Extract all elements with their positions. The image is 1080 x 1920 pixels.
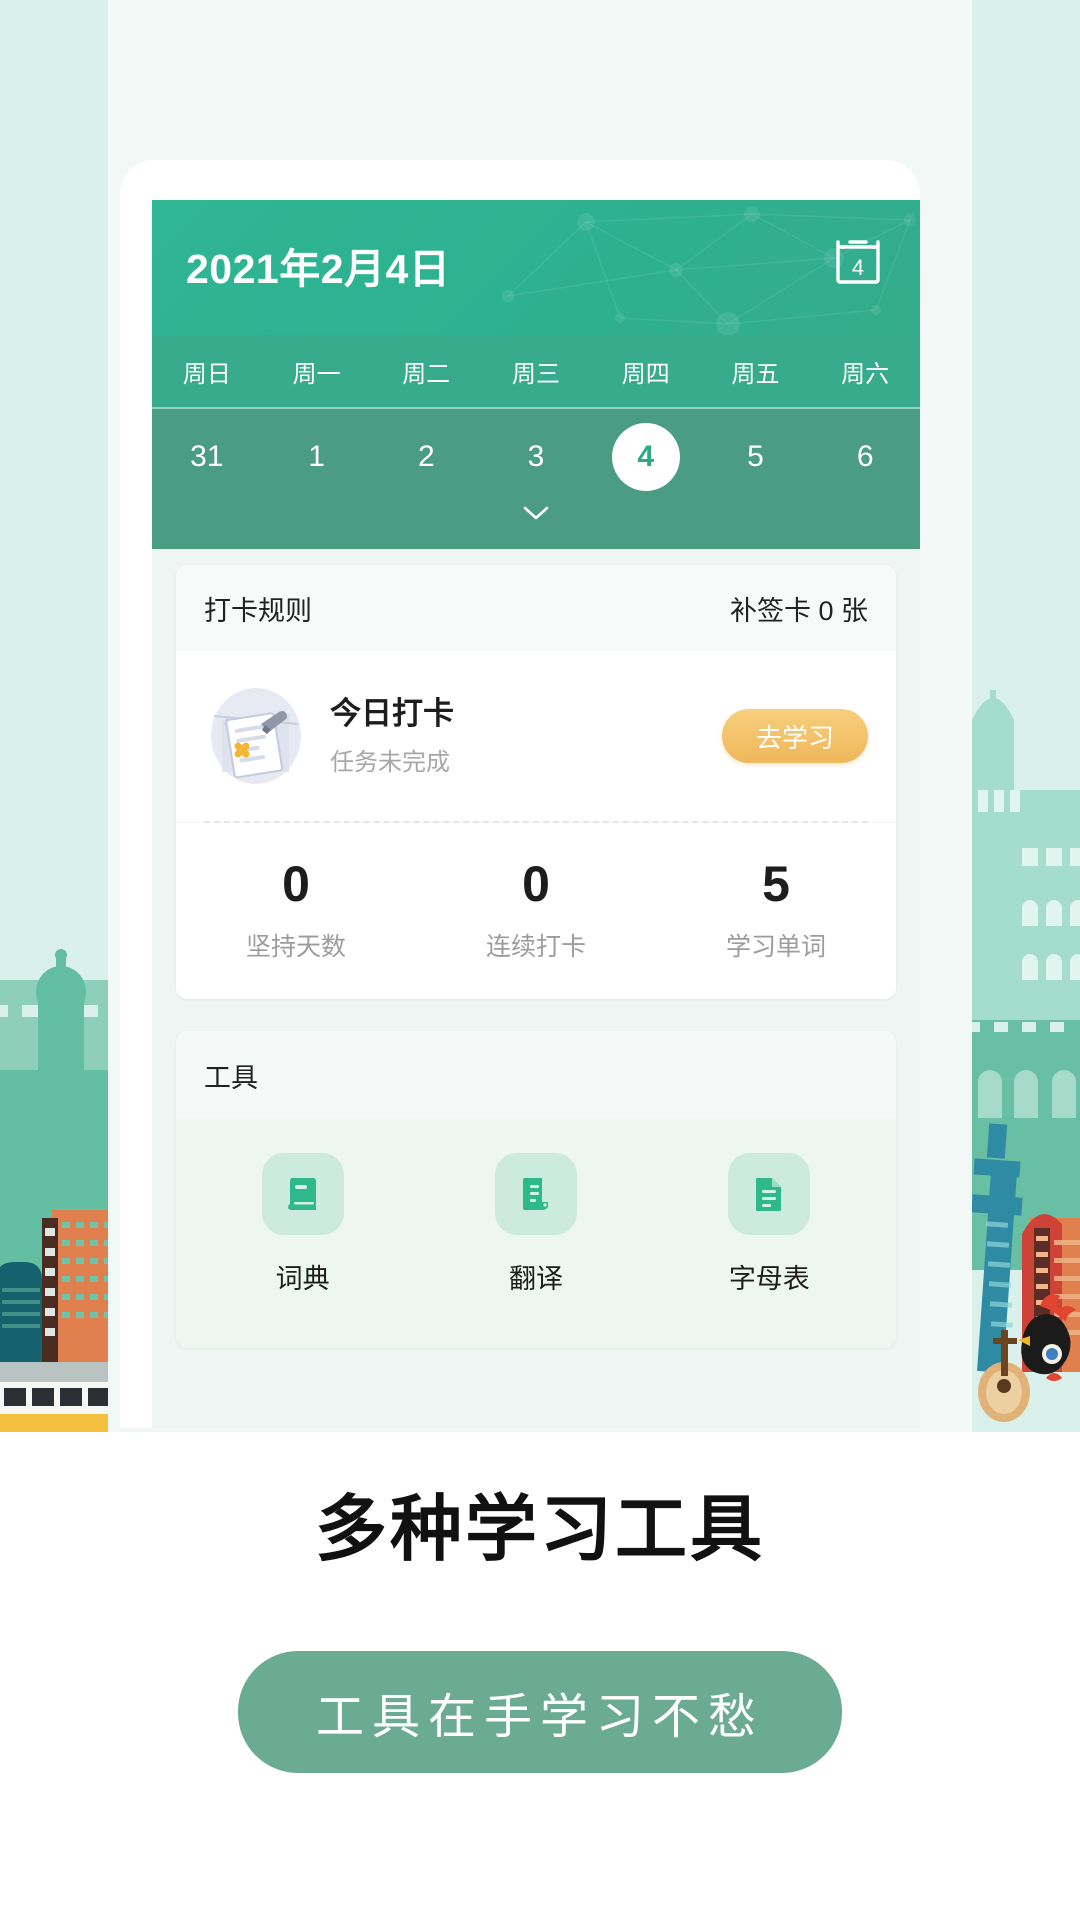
promo-page: 2021年2月4日 4 周日 周一 周二 周三 周四 周五 周六 31 1 2 …: [0, 0, 1080, 1920]
stat-streak: 0 连续打卡: [416, 859, 656, 963]
checkin-subtitle: 任务未完成: [330, 748, 450, 776]
book-icon: [287, 1178, 316, 1210]
checkin-task-row: 今日打卡 任务未完成 去学习: [176, 651, 896, 821]
weekday-sat: 周六: [841, 360, 890, 388]
stats-row: 0 坚持天数 0 连续打卡 5 学习单词: [176, 823, 896, 999]
weekday-fri: 周五: [731, 360, 780, 388]
tool-chip-alphabet: [728, 1153, 811, 1235]
day-cell-1[interactable]: 1: [262, 409, 372, 505]
tools-grid: 词典 翻译 字母表: [176, 1119, 896, 1348]
caption-pill: 工具在手学习不愁: [237, 1651, 842, 1773]
weekday-thu: 周四: [621, 360, 670, 388]
stat-words: 5 学习单词: [656, 859, 896, 963]
calendar-icon-day: 4: [852, 255, 864, 280]
tool-item-dictionary[interactable]: 词典: [186, 1153, 419, 1296]
tools-card-header: 工具: [176, 1031, 896, 1119]
page-title: 2021年2月4日: [186, 246, 451, 292]
day-cell-0[interactable]: 31: [152, 409, 262, 505]
weekday-row: 周日 周一 周二 周三 周四 周五 周六: [152, 335, 920, 409]
day-cell-6[interactable]: 6: [810, 409, 920, 505]
app-screen: 2021年2月4日 4 周日 周一 周二 周三 周四 周五 周六 31 1 2 …: [152, 200, 920, 1428]
left-cityscape-art: [0, 0, 120, 1432]
phone-mockup: 2021年2月4日 4 周日 周一 周二 周三 周四 周五 周六 31 1 2 …: [120, 160, 920, 1428]
day-cell-3[interactable]: 3: [481, 409, 591, 505]
tools-card: 工具 词典 翻译 字母表: [176, 1031, 896, 1348]
checklist-illustration: [211, 688, 301, 784]
stat-persist-days-label: 坚持天数: [245, 933, 346, 961]
translate-document-icon: [522, 1178, 548, 1210]
tool-chip-translate: [494, 1153, 577, 1235]
checkin-card: 打卡规则 补签卡 0 张 今日打卡 任务未完成 去学习 0 坚持天数 0 连续打…: [176, 565, 896, 999]
chevron-down-icon[interactable]: [522, 505, 550, 521]
tool-chip-dictionary: [261, 1153, 344, 1235]
checkin-text-group: 今日打卡 任务未完成: [330, 695, 722, 777]
tools-title: 工具: [204, 1062, 258, 1093]
caption-headline: 多种学习工具: [314, 1490, 765, 1570]
stat-words-value: 5: [762, 856, 790, 912]
screen-body: 打卡规则 补签卡 0 张 今日打卡 任务未完成 去学习 0 坚持天数 0 连续打…: [152, 549, 920, 1428]
selected-day-pill: 4: [611, 423, 680, 491]
stat-streak-value: 0: [522, 856, 550, 912]
day-cell-2[interactable]: 2: [371, 409, 481, 505]
tool-item-translate[interactable]: 翻译: [419, 1153, 652, 1296]
checkin-card-header: 打卡规则 补签卡 0 张: [176, 565, 896, 651]
stat-streak-label: 连续打卡: [485, 933, 586, 961]
day-strip: 31 1 2 3 4 5 6: [152, 409, 920, 549]
calendar-header: 2021年2月4日 4: [152, 200, 920, 335]
weekday-sun: 周日: [182, 360, 231, 388]
day-cell-5[interactable]: 5: [701, 409, 811, 505]
checkin-rules-link[interactable]: 打卡规则: [204, 589, 312, 628]
tool-label-alphabet: 字母表: [728, 1264, 810, 1294]
calendar-icon[interactable]: 4: [830, 234, 886, 290]
promo-caption: 多种学习工具 工具在手学习不愁: [0, 1470, 1080, 1773]
tool-label-translate: 翻译: [508, 1264, 563, 1294]
tool-label-dictionary: 词典: [275, 1264, 330, 1294]
makeup-card-count[interactable]: 补签卡 0 张: [730, 589, 868, 628]
checkin-title: 今日打卡: [330, 696, 454, 732]
document-lines-icon: [756, 1178, 782, 1211]
weekday-wed: 周三: [512, 360, 561, 388]
day-cell-4-selected[interactable]: 4: [591, 409, 701, 505]
stat-persist-days: 0 坚持天数: [176, 859, 416, 963]
weekday-mon: 周一: [292, 360, 341, 388]
right-cityscape-art: [960, 0, 1080, 1432]
stat-persist-days-value: 0: [282, 856, 310, 912]
stat-words-label: 学习单词: [725, 933, 826, 961]
weekday-tue: 周二: [402, 360, 451, 388]
tool-item-alphabet[interactable]: 字母表: [653, 1153, 886, 1296]
go-study-button[interactable]: 去学习: [722, 709, 868, 763]
